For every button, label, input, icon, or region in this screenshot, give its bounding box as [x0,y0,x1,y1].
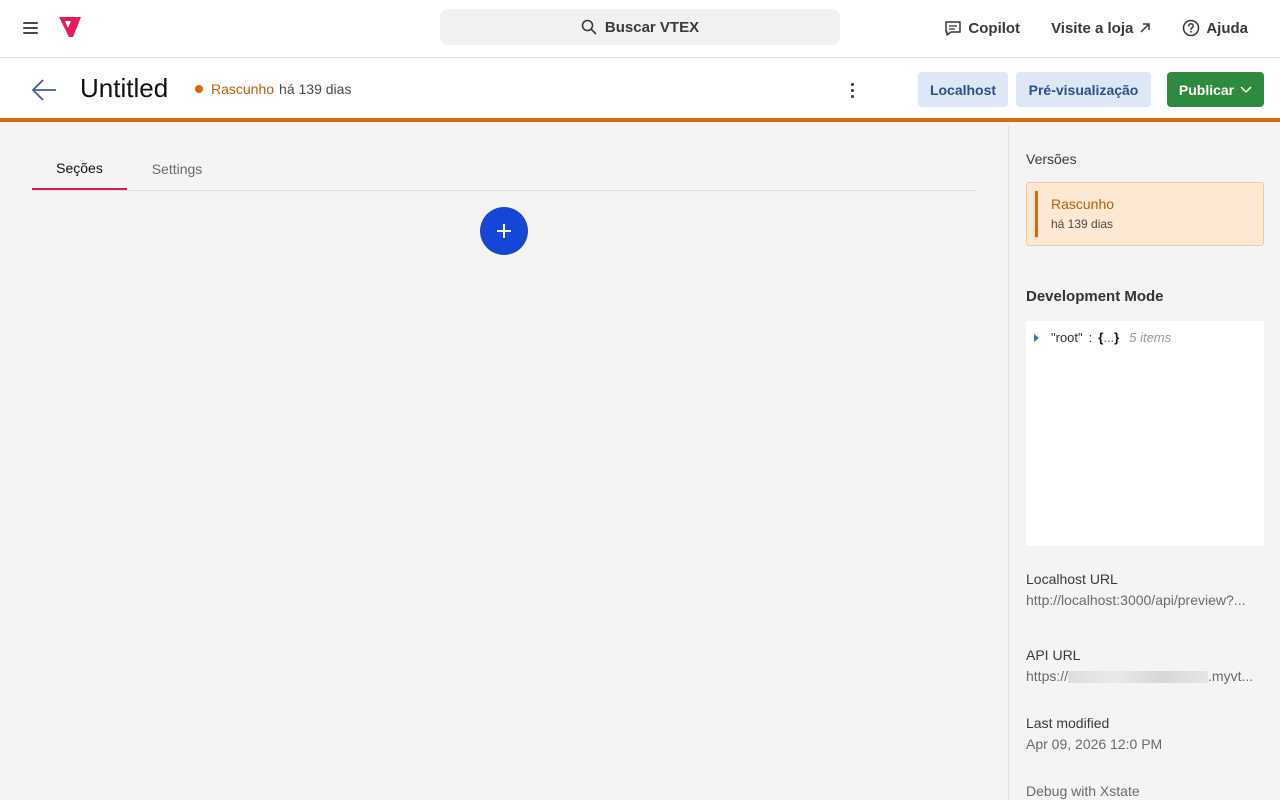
page-title: Untitled [80,73,169,103]
copilot-button[interactable]: Copilot [944,19,1020,37]
help-button[interactable]: Ajuda [1182,19,1248,37]
visit-store-label: Visite a loja [1051,19,1134,37]
help-circle-icon [1183,19,1200,37]
status-age: há 139 dias [279,81,352,97]
tab-sections[interactable]: Seções [32,148,127,190]
caret-right-icon[interactable] [1034,333,1039,342]
add-section-button[interactable] [480,207,528,255]
localhost-url-value: http://localhost:3000/api/preview?... [1026,592,1246,608]
preview-button[interactable]: Pré-visualização [1016,72,1151,107]
json-close-brace: } [1114,330,1120,345]
plus-icon [497,224,511,238]
version-card[interactable]: Rascunho há 139 dias [1026,182,1264,246]
status-dot-icon [195,85,203,93]
json-key: "root" [1051,330,1083,345]
publish-label: Publicar [1178,81,1235,98]
status-label: Rascunho [211,81,275,97]
version-age: há 139 dias [1051,217,1114,231]
api-url-label: API URL [1026,647,1081,663]
redacted-block [1068,671,1209,684]
tab-settings[interactable]: Settings [136,148,218,190]
search-label: Buscar VTEX [604,18,700,36]
version-name: Rascunho [1051,196,1115,212]
external-arrow-icon [1140,23,1151,33]
vtex-logo[interactable] [57,15,83,39]
version-indicator-bar [1035,191,1038,237]
right-sidebar: Versões Rascunho há 139 dias Development… [1008,126,1280,800]
api-url-suffix: .myvt... [1208,668,1254,684]
page-header: Untitled Rascunho há 139 dias Localhost … [0,58,1280,122]
chat-icon [945,21,962,36]
localhost-button[interactable]: Localhost [918,72,1008,107]
hamburger-menu-icon[interactable] [20,17,42,39]
more-options-icon[interactable] [841,78,863,102]
top-actions: Copilot Visite a loja Ajuda [944,0,1248,56]
api-url-value: https:// .myvt... [1026,668,1264,684]
json-ellipsis[interactable]: ... [1103,330,1114,345]
help-label: Ajuda [1206,19,1248,37]
debug-xstate-link[interactable]: Debug with Xstate [1026,783,1264,799]
json-viewer: "root" : { ... } 5 items [1026,321,1264,546]
search-bar[interactable]: Buscar VTEX [440,9,840,45]
dev-mode-title: Development Mode [1026,288,1164,305]
status-badge: Rascunho há 139 dias [195,81,351,97]
visit-store-link[interactable]: Visite a loja [1051,20,1151,37]
back-arrow-icon[interactable] [30,76,58,104]
last-modified-label: Last modified [1026,715,1110,731]
localhost-url-label: Localhost URL [1026,571,1118,587]
top-bar: Buscar VTEX Copilot Visite a loja Ajuda [0,0,1280,58]
versions-label: Versões [1026,151,1077,167]
publish-button[interactable]: Publicar [1167,72,1264,107]
chevron-down-icon [1240,85,1252,93]
json-root-node[interactable]: "root" : { ... } 5 items [1034,330,1171,345]
copilot-label: Copilot [968,19,1021,37]
api-url-prefix: https:// [1026,668,1069,684]
main-content: Seções Settings [0,126,1008,800]
search-icon [581,19,597,35]
json-item-count: 5 items [1129,330,1172,345]
json-colon: : [1088,330,1093,345]
last-modified-value: Apr 09, 2026 12:0 PM [1026,736,1163,752]
tab-bar: Seções Settings [32,148,976,191]
